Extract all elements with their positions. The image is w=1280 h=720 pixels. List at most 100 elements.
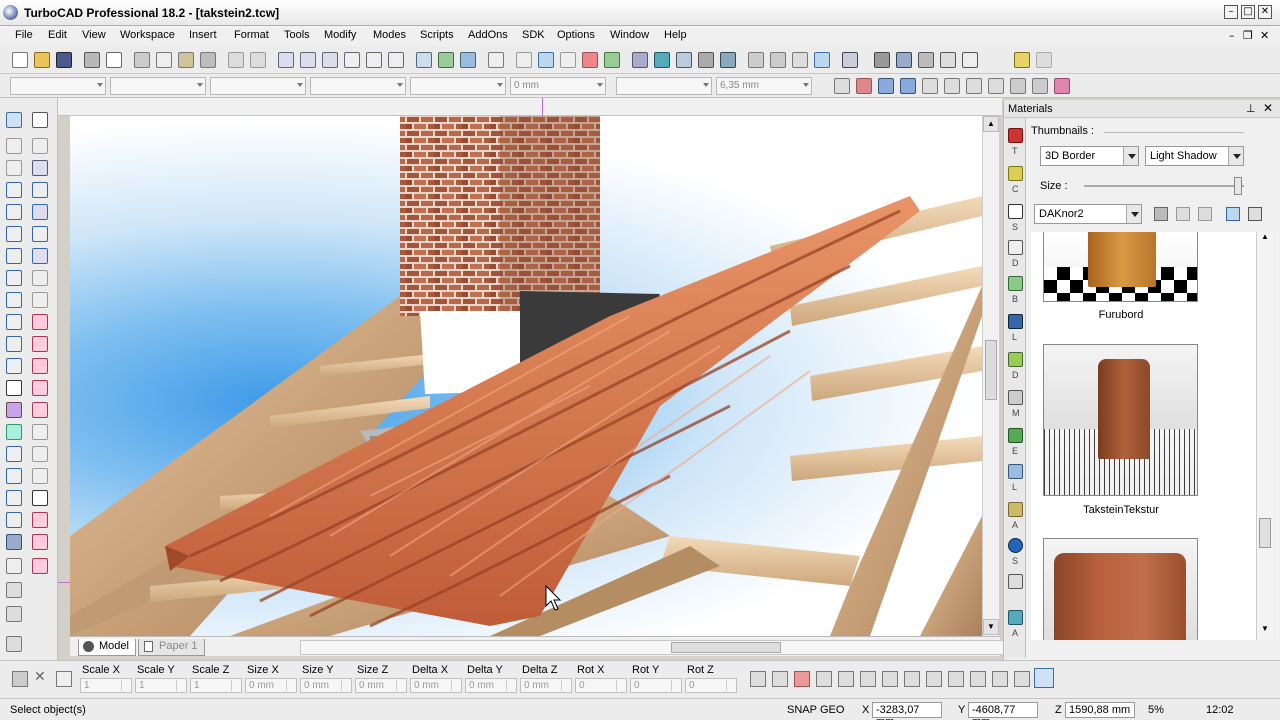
pen-combo[interactable]	[310, 77, 406, 95]
match-properties-icon[interactable]	[200, 52, 216, 68]
hatch-tool-icon[interactable]	[6, 402, 22, 418]
undo-icon[interactable]	[228, 52, 244, 68]
filter-icon[interactable]	[1248, 207, 1262, 221]
text-tool-icon[interactable]	[6, 380, 22, 396]
design-director-icon[interactable]	[1008, 240, 1023, 255]
walk-icon[interactable]	[748, 52, 764, 68]
select-window-icon[interactable]	[816, 671, 832, 687]
drawing-aids-icon[interactable]	[416, 52, 432, 68]
field-input[interactable]: 0 mm	[300, 678, 352, 693]
menu-tools[interactable]: Tools	[284, 29, 310, 41]
minimize-button[interactable]: –	[1224, 5, 1238, 19]
select-by-icon[interactable]	[794, 671, 810, 687]
shadow-style-select[interactable]: Light Shadow	[1145, 146, 1244, 166]
menu-modify[interactable]: Modify	[324, 29, 356, 41]
shade-wire-icon[interactable]	[874, 52, 890, 68]
light-bulb-tool-icon[interactable]	[32, 490, 48, 506]
ortho-icon[interactable]	[560, 52, 576, 68]
tab-model[interactable]: Model	[78, 639, 136, 656]
ellipse-tool-icon[interactable]	[6, 226, 22, 242]
transform-icon[interactable]	[856, 78, 872, 94]
select-3d-icon[interactable]	[1034, 668, 1054, 688]
spinner-icon[interactable]	[671, 680, 680, 691]
select-fence-icon[interactable]	[838, 671, 854, 687]
help-pointer-icon[interactable]	[842, 52, 858, 68]
cone-3d-icon[interactable]	[32, 314, 48, 330]
render-tool-icon[interactable]	[6, 534, 22, 550]
menu-view[interactable]: View	[82, 29, 106, 41]
reference-point-icon[interactable]	[750, 671, 766, 687]
spinner-icon[interactable]	[451, 680, 460, 691]
doc-close-button[interactable]: ✕	[1260, 29, 1269, 42]
break-tool-icon[interactable]	[6, 490, 22, 506]
rendering-mode-icon[interactable]	[720, 52, 736, 68]
doc-minimize-button[interactable]: –	[1229, 29, 1235, 42]
menu-modes[interactable]: Modes	[373, 29, 406, 41]
geo-toggle[interactable]: GEO	[820, 704, 844, 716]
spinner-icon[interactable]	[506, 680, 515, 691]
print-preview-icon[interactable]	[106, 52, 122, 68]
save-icon[interactable]	[56, 52, 72, 68]
extra-tool-icon[interactable]	[1036, 52, 1052, 68]
pan-icon[interactable]	[388, 52, 404, 68]
offset-tool-icon[interactable]	[32, 468, 48, 484]
polygon-tool-icon[interactable]	[6, 270, 22, 286]
select-polyline-icon[interactable]	[860, 671, 876, 687]
view-mode-icon[interactable]	[1226, 207, 1240, 221]
scripts-palette-icon[interactable]	[1008, 574, 1023, 589]
workplane-icon[interactable]	[632, 52, 648, 68]
bezier-tool-icon[interactable]	[32, 248, 48, 264]
selection-palette-icon[interactable]	[1008, 204, 1023, 219]
library-search-icon[interactable]	[1176, 207, 1190, 221]
copy-icon[interactable]	[156, 52, 172, 68]
scroll-down-arrow-icon[interactable]: ▼	[1257, 624, 1273, 638]
select-arrow-icon[interactable]	[6, 112, 22, 128]
shade-draft-icon[interactable]	[918, 52, 934, 68]
spinner-icon[interactable]	[286, 680, 295, 691]
cut-icon[interactable]	[134, 52, 150, 68]
point-tool-icon[interactable]	[6, 138, 22, 154]
spinner-icon[interactable]	[231, 680, 240, 691]
spinner-icon[interactable]	[341, 680, 350, 691]
menu-sdk[interactable]: SDK	[522, 29, 545, 41]
scroll-thumb[interactable]	[985, 340, 997, 400]
fillet-icon[interactable]	[966, 78, 982, 94]
trim-tool-icon[interactable]	[32, 446, 48, 462]
loft-icon[interactable]	[944, 78, 960, 94]
new-file-icon[interactable]	[12, 52, 28, 68]
field-input[interactable]: 0	[575, 678, 627, 693]
color-palette-icon[interactable]	[1008, 166, 1023, 181]
field-input[interactable]: 0 mm	[465, 678, 517, 693]
viewport-horizontal-scrollbar[interactable]	[300, 640, 1050, 655]
spell-check-icon[interactable]	[488, 52, 504, 68]
insert-symbol-icon[interactable]	[6, 424, 22, 440]
spinner-icon[interactable]	[121, 680, 130, 691]
z-coordinate-field[interactable]: 1590,88 mm	[1065, 702, 1135, 718]
rotate-tool-icon[interactable]	[32, 358, 48, 374]
spinner-icon[interactable]	[561, 680, 570, 691]
explorer-palette-icon[interactable]	[1008, 428, 1023, 443]
menu-insert[interactable]: Insert	[189, 29, 217, 41]
field-input[interactable]: 1	[80, 678, 132, 693]
select-layer-icon[interactable]	[970, 671, 986, 687]
blocks-palette-icon[interactable]	[1008, 276, 1023, 291]
tab-paper[interactable]: Paper 1	[138, 639, 205, 656]
multiline-tool-icon[interactable]	[32, 182, 48, 198]
field-input[interactable]: 1	[190, 678, 242, 693]
mirror-tool-icon[interactable]	[32, 402, 48, 418]
cancel-icon[interactable]: ✕	[34, 669, 46, 685]
materials-palette-icon[interactable]	[1008, 128, 1023, 143]
shade-hidden-icon[interactable]	[896, 52, 912, 68]
drawing-viewport[interactable]	[70, 116, 982, 636]
double-line-tool-icon[interactable]	[32, 160, 48, 176]
snap-mode-icon[interactable]	[538, 52, 554, 68]
layers-icon[interactable]	[438, 52, 454, 68]
star-tool-icon[interactable]	[32, 270, 48, 286]
linestyle-combo[interactable]	[210, 77, 306, 95]
spinner-icon[interactable]	[616, 680, 625, 691]
globe-palette-icon[interactable]	[1008, 538, 1023, 553]
wall-tool-icon[interactable]	[32, 558, 48, 574]
spinner-icon[interactable]	[176, 680, 185, 691]
open-folder-icon[interactable]	[34, 52, 50, 68]
extrude-icon[interactable]	[878, 78, 894, 94]
